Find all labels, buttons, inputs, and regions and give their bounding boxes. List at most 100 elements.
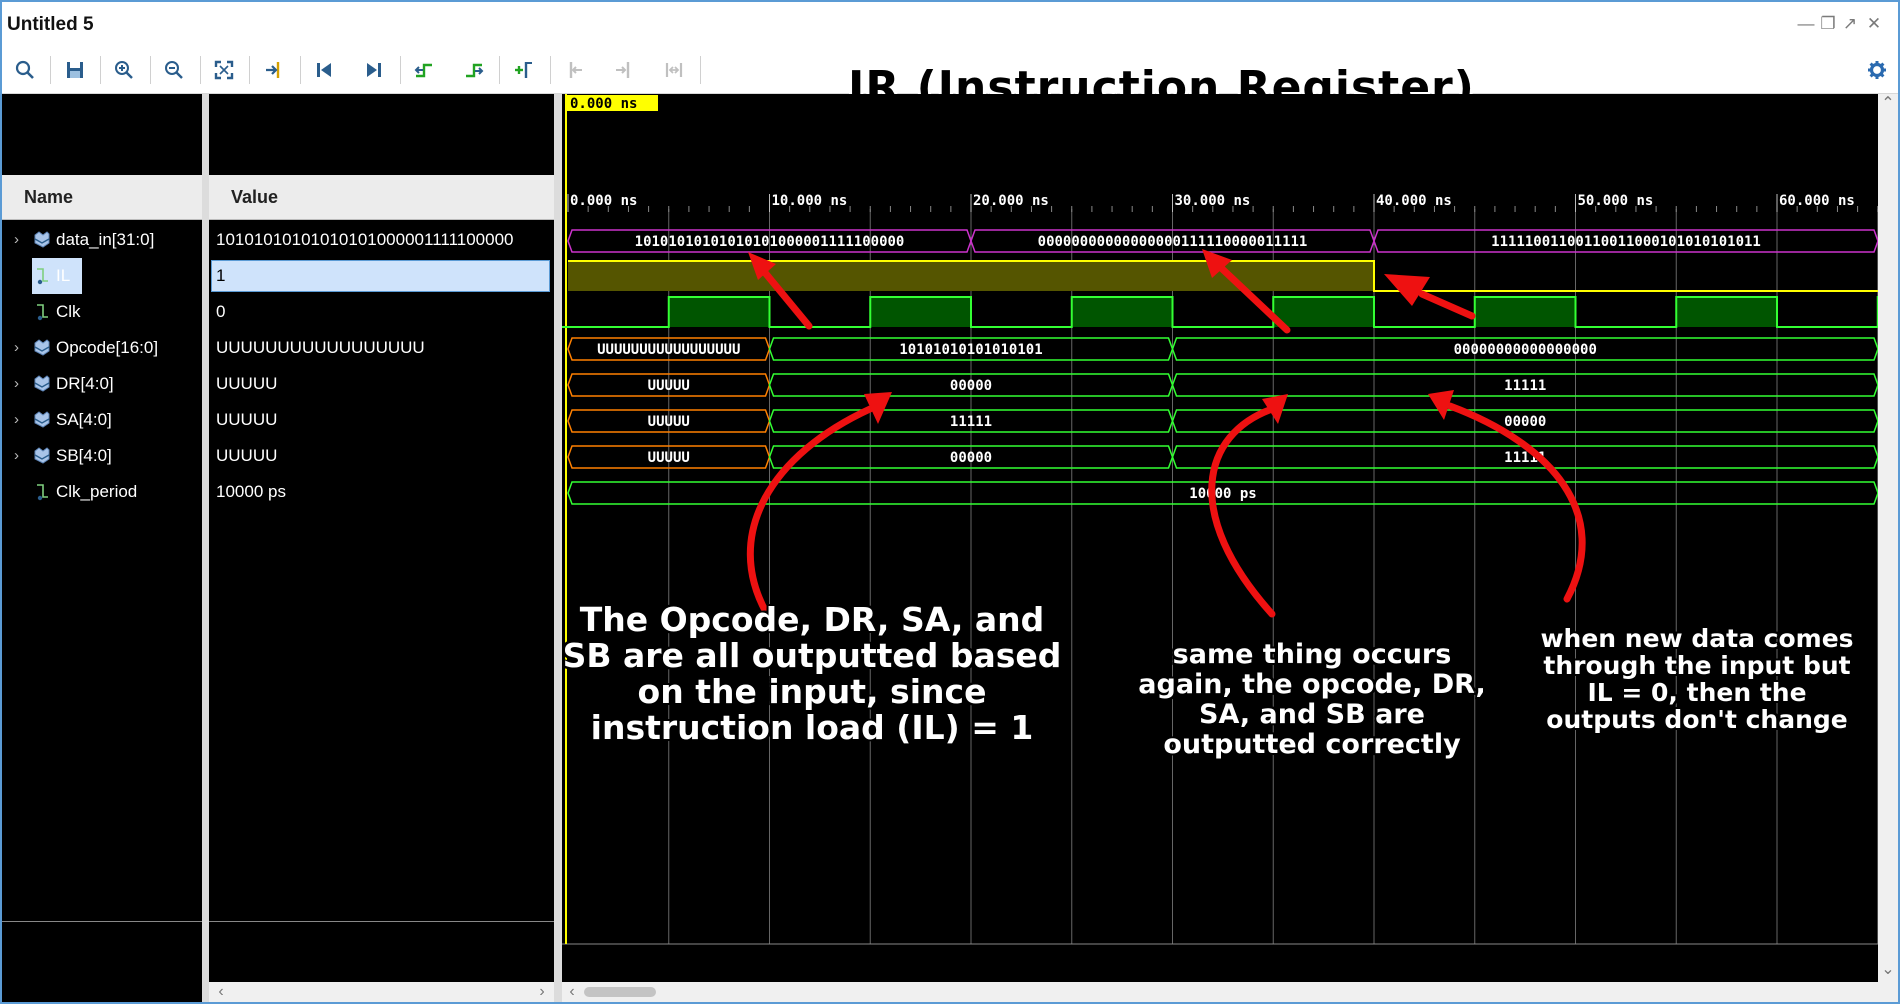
bus-icon [34, 231, 50, 248]
next-marker-icon[interactable] [609, 55, 639, 85]
zoom-fit-icon[interactable] [209, 55, 239, 85]
vertical-scrollbar[interactable]: ⌃ ⌄ [1878, 94, 1898, 982]
toolbar: IR (Instruction Register) [2, 46, 1898, 113]
annotation-arrow [1418, 290, 1476, 320]
signal-value: 10101010101010101000001111100000 [216, 230, 514, 249]
bus-icon [34, 375, 50, 392]
bit-high-fill [1676, 297, 1777, 327]
bus-segment-label: UUUUU [648, 378, 690, 394]
signal-value-row[interactable]: 1 [209, 258, 554, 294]
annotation-arrow [746, 405, 874, 618]
expand-chevron-icon[interactable]: › [14, 366, 19, 402]
expand-chevron-icon[interactable]: › [14, 402, 19, 438]
signal-name: SB[4:0] [56, 446, 112, 465]
go-to-start-icon[interactable] [309, 55, 339, 85]
scroll-down-icon[interactable]: ⌄ [1878, 960, 1898, 980]
annotation-arrow [1446, 402, 1586, 603]
close-icon[interactable]: ✕ [1864, 14, 1884, 34]
previous-marker-icon[interactable] [559, 55, 589, 85]
waveform-canvas[interactable]: 0.000 ns 10.000 ns 20.000 ns 30.000 ns 40.00… [562, 94, 1878, 982]
signal-value: 1 [216, 266, 226, 285]
settings-gear-icon[interactable] [1862, 55, 1892, 85]
add-marker-icon[interactable] [509, 55, 539, 85]
waveform-horizontal-scrollbar[interactable]: ‹ [562, 982, 1898, 1002]
annotation-text: when new data comes through the input bu… [1540, 624, 1854, 734]
bus-segment-label: 00000 [950, 450, 992, 466]
signal-value: UUUUU [216, 446, 278, 465]
float-icon[interactable]: ↗ [1840, 14, 1860, 34]
expand-chevron-icon[interactable]: › [14, 438, 19, 474]
signal-name: Clk [56, 302, 81, 321]
expand-chevron-icon[interactable]: › [14, 330, 19, 366]
cursor-time-label: 0.000 ns [570, 96, 637, 112]
name-column-header[interactable]: Name [2, 175, 202, 220]
signal-row[interactable]: › SA[4:0] [2, 402, 202, 438]
pane-splitter[interactable] [202, 94, 209, 1002]
bit-high-fill [870, 297, 971, 327]
signal-value: 10000 ps [216, 482, 286, 501]
save-icon[interactable] [60, 55, 90, 85]
bit-high-fill [1071, 297, 1173, 327]
signal-value-row[interactable]: 10101010101010101000001111100000 [209, 222, 554, 258]
signal-value: UUUUUUUUUUUUUUUUU [216, 338, 425, 357]
go-to-cursor-icon[interactable] [259, 55, 289, 85]
signal-values-panel: Value 10101010101010101000001111100000 1 0… [209, 94, 554, 1002]
signal-value: UUUUU [216, 410, 278, 429]
il-high-fill [568, 261, 1374, 291]
waveform-panel[interactable]: 0.000 ns 10.000 ns 20.000 ns 30.000 ns 40.00… [562, 94, 1878, 982]
signal-row[interactable]: Clk [2, 294, 202, 330]
signal-value-row[interactable]: UUUUUUUUUUUUUUUUU [209, 330, 554, 366]
signal-value-row[interactable]: UUUUU [209, 366, 554, 402]
previous-transition-icon[interactable] [409, 55, 439, 85]
scroll-left-icon[interactable]: ‹ [211, 982, 231, 1002]
signal-value-row[interactable]: 10000 ps [209, 474, 554, 510]
signal-name: DR[4:0] [56, 374, 114, 393]
signal-row[interactable]: › Opcode[16:0] [2, 330, 202, 366]
signal-name: data_in[31:0] [56, 230, 155, 249]
next-transition-icon[interactable] [459, 55, 489, 85]
bus-segment-label: UUUUU [648, 414, 690, 430]
values-horizontal-scrollbar[interactable]: ‹ › [209, 982, 554, 1002]
signal-row[interactable]: IL [2, 258, 202, 294]
bus-icon [34, 411, 50, 428]
bus-segment-label: 00000000000000000111110000011111 [1038, 234, 1308, 250]
scroll-up-icon[interactable]: ⌃ [1878, 94, 1898, 114]
signal-name: Clk_period [56, 482, 138, 501]
signal-value-row[interactable]: UUUUU [209, 402, 554, 438]
signal-name: SA[4:0] [56, 410, 112, 429]
bus-segment-label: 11111001100110011000101010101011 [1491, 234, 1761, 250]
scroll-right-icon[interactable]: › [532, 982, 552, 1002]
expand-chevron-icon[interactable]: › [14, 222, 19, 258]
restore-icon[interactable]: ❐ [1818, 14, 1838, 34]
signal-value-row[interactable]: 0 [209, 294, 554, 330]
bit-icon [37, 484, 48, 501]
signal-names-panel: Name › data_in[31:0] IL Clk › Opcode[16:0] › DR… [2, 94, 202, 1002]
annotation-arrow [1208, 405, 1276, 618]
signal-value: 0 [216, 302, 226, 321]
bus-icon [34, 447, 50, 464]
annotation-text: same thing occurs again, the opcode, DR,… [1138, 639, 1486, 760]
bus-segment-label: 11111 [950, 414, 992, 430]
minimize-icon[interactable]: — [1796, 14, 1816, 34]
signal-row[interactable]: › data_in[31:0] [2, 222, 202, 258]
bit-icon [37, 304, 48, 321]
annotation-text: The Opcode, DR, SA, and SB are all outpu… [562, 600, 1062, 747]
signal-value-row[interactable]: UUUUU [209, 438, 554, 474]
bit-icon [37, 268, 48, 285]
signal-row[interactable]: › DR[4:0] [2, 366, 202, 402]
value-column-header[interactable]: Value [209, 175, 554, 220]
scroll-left-icon[interactable]: ‹ [562, 982, 582, 1002]
scrollbar-thumb[interactable] [584, 987, 656, 997]
title-bar: Untitled 5 — ❐ ↗ ✕ [2, 2, 1898, 46]
bus-segment-label: 00000 [950, 378, 992, 394]
signal-row[interactable]: › SB[4:0] [2, 438, 202, 474]
bus-segment-label: 10101010101010101 [899, 342, 1042, 358]
signal-row[interactable]: Clk_period [2, 474, 202, 510]
zoom-in-icon[interactable] [109, 55, 139, 85]
go-to-end-icon[interactable] [359, 55, 389, 85]
swap-cursors-icon[interactable] [659, 55, 689, 85]
search-icon[interactable] [10, 55, 40, 85]
zoom-out-icon[interactable] [159, 55, 189, 85]
pane-splitter[interactable] [554, 94, 562, 1002]
bus-segment-label: 10000 ps [1189, 486, 1256, 502]
